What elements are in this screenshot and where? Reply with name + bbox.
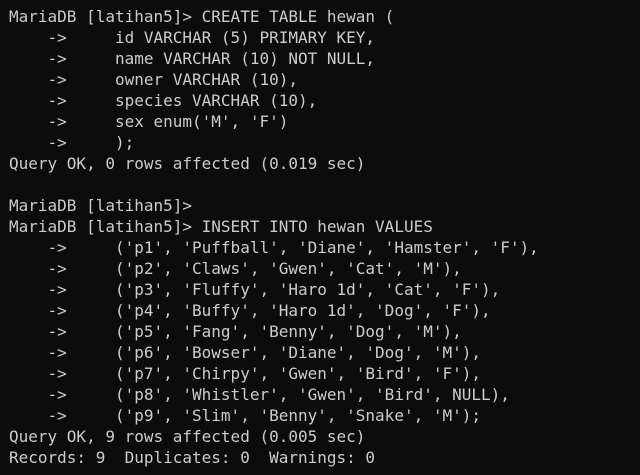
insert-row-p3: -> ('p3', 'Fluffy', 'Haro 1d', 'Cat', 'F… bbox=[9, 280, 501, 299]
insert-row-p5: -> ('p5', 'Fang', 'Benny', 'Dog', 'M'), bbox=[9, 322, 462, 341]
create-table-prompt-line: MariaDB [latihan5]> CREATE TABLE hewan ( bbox=[9, 7, 395, 26]
continuation-line-sex: -> sex enum('M', 'F') bbox=[9, 112, 289, 131]
insert-row-p9: -> ('p9', 'Slim', 'Benny', 'Snake', 'M')… bbox=[9, 406, 482, 425]
insert-row-p2: -> ('p2', 'Claws', 'Gwen', 'Cat', 'M'), bbox=[9, 259, 462, 278]
continuation-line-owner: -> owner VARCHAR (10), bbox=[9, 70, 298, 89]
insert-row-p1: -> ('p1', 'Puffball', 'Diane', 'Hamster'… bbox=[9, 238, 539, 257]
continuation-line-name: -> name VARCHAR (10) NOT NULL, bbox=[9, 49, 376, 68]
insert-prompt-line: MariaDB [latihan5]> INSERT INTO hewan VA… bbox=[9, 217, 433, 236]
empty-prompt-line: MariaDB [latihan5]> bbox=[9, 196, 193, 215]
insert-row-p6: -> ('p6', 'Bowser', 'Diane', 'Dog', 'M')… bbox=[9, 343, 482, 362]
insert-row-p7: -> ('p7', 'Chirpy', 'Gwen', 'Bird', 'F')… bbox=[9, 364, 482, 383]
terminal-window[interactable]: MariaDB [latihan5]> CREATE TABLE hewan (… bbox=[0, 0, 640, 475]
continuation-line-id: -> id VARCHAR (5) PRIMARY KEY, bbox=[9, 28, 376, 47]
insert-row-p4: -> ('p4', 'Buffy', 'Haro 1d', 'Dog', 'F'… bbox=[9, 301, 491, 320]
insert-row-p8: -> ('p8', 'Whistler', 'Gwen', 'Bird', NU… bbox=[9, 385, 510, 404]
continuation-line-species: -> species VARCHAR (10), bbox=[9, 91, 318, 110]
continuation-line-close: -> ); bbox=[9, 133, 135, 152]
query-ok-insert-line: Query OK, 9 rows affected (0.005 sec) bbox=[9, 427, 366, 446]
records-summary-line: Records: 9 Duplicates: 0 Warnings: 0 bbox=[9, 448, 376, 467]
query-ok-create-line: Query OK, 0 rows affected (0.019 sec) bbox=[9, 154, 366, 173]
